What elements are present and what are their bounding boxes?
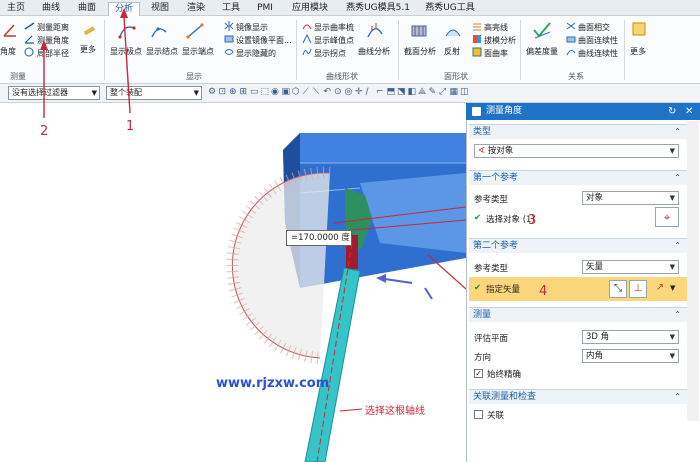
- protractor-arc: [231, 172, 331, 359]
- highlight-lines-icon[interactable]: [472, 21, 482, 31]
- section-type[interactable]: 类型 ⌃: [469, 124, 687, 139]
- section-measurement-label: 测量: [473, 310, 492, 320]
- highlight-lines-button[interactable]: 高亮线: [484, 22, 508, 33]
- section-associative-label: 关联测量和检查: [473, 392, 537, 402]
- eval-plane-value: 3D 角: [586, 332, 610, 342]
- by-object-icon: ∢: [478, 146, 488, 156]
- direction-value: 内角: [586, 351, 604, 361]
- watermark-text: www.rjzxw.com: [216, 376, 330, 391]
- vector-arrow: [424, 287, 433, 300]
- reverse-direction-icon[interactable]: ⤡: [609, 280, 627, 298]
- group-separator: [520, 20, 521, 80]
- annotation-arrow-1: [123, 16, 131, 114]
- ref2-type-value: 矢量: [586, 262, 604, 272]
- chevron-down-icon: ▼: [669, 194, 675, 202]
- vector-dialog-icon[interactable]: ⊥: [629, 280, 647, 298]
- more-icon[interactable]: [632, 22, 646, 36]
- chevron-up-icon: ⌃: [674, 241, 681, 250]
- group-label-relation: 关系: [568, 72, 584, 81]
- type-dropdown[interactable]: ∢ 按对象 ▼: [474, 144, 679, 158]
- dialog-scrollbar[interactable]: [687, 121, 699, 421]
- curve-continuity-button[interactable]: 曲线连续性: [578, 48, 618, 59]
- face-curvature-button[interactable]: 面曲率: [484, 48, 508, 59]
- more-button[interactable]: 更多: [630, 46, 646, 57]
- section-second-reference-label: 第二个参考: [473, 241, 519, 251]
- check-icon: ✔: [474, 283, 482, 293]
- group-separator: [624, 20, 625, 80]
- vector-arrowhead: [376, 274, 386, 283]
- annotation-select-axis: 选择这根轴线: [365, 406, 425, 417]
- type-value: 按对象: [487, 146, 514, 156]
- chevron-down-icon: ▼: [669, 147, 675, 155]
- face-intersect-button[interactable]: 曲面相交: [578, 22, 610, 33]
- section-first-reference-label: 第一个参考: [473, 173, 519, 183]
- associative-checkbox[interactable]: [474, 410, 483, 419]
- measure-readout: =170.0000 度: [286, 230, 352, 246]
- draft-analysis-icon[interactable]: [472, 34, 482, 44]
- section-associative[interactable]: 关联测量和检查 ⌃: [469, 389, 687, 404]
- chevron-up-icon: ⌃: [674, 310, 681, 319]
- dialog-title: 测量角度: [486, 106, 523, 116]
- check-icon: ✔: [474, 213, 482, 223]
- chevron-up-icon: ⌃: [674, 173, 681, 182]
- associative-label: 关联: [487, 411, 505, 421]
- section-first-reference[interactable]: 第一个参考 ⌃: [469, 170, 687, 185]
- annotation-arrowhead-2: [40, 40, 48, 50]
- marker-4: 4: [539, 284, 548, 299]
- face-continuity-icon[interactable]: [566, 34, 576, 44]
- face-continuity-button[interactable]: 曲面连续性: [578, 35, 618, 46]
- curve-continuity-icon[interactable]: [566, 47, 576, 57]
- chevron-up-icon: ⌃: [674, 127, 681, 136]
- vector-inferred-icon[interactable]: ↗: [651, 280, 669, 298]
- graphics-viewport[interactable]: =170.0000 度 www.rjzxw.com 选择这根轴线: [0, 103, 466, 462]
- close-icon[interactable]: ✕: [685, 103, 693, 120]
- reset-icon[interactable]: ↻: [668, 103, 676, 120]
- chevron-down-icon: ▼: [669, 352, 675, 360]
- chevron-down-icon: ▼: [669, 263, 675, 271]
- chevron-up-icon: ⌃: [674, 392, 681, 401]
- crosshair-icon[interactable]: ⌖: [655, 207, 679, 227]
- specify-vector-label[interactable]: 指定矢量: [486, 283, 520, 295]
- section-second-reference[interactable]: 第二个参考 ⌃: [469, 238, 687, 253]
- section-type-label: 类型: [473, 127, 492, 137]
- draft-analysis-button[interactable]: 拔模分析: [484, 35, 516, 46]
- dialog-titlebar: 测量角度 ↻ ✕: [466, 103, 700, 120]
- deviation-gauge-button[interactable]: 偏差度量: [526, 46, 558, 57]
- section-measurement[interactable]: 测量 ⌃: [469, 307, 687, 322]
- ref2-type-label: 参考类型: [474, 264, 509, 274]
- annotation-arrows: [40, 8, 131, 118]
- always-precise-checkbox[interactable]: ✓: [474, 369, 483, 378]
- deviation-gauge-icon[interactable]: [532, 20, 552, 40]
- annotation-arrowhead-1: [120, 8, 128, 18]
- dialog-app-icon: [472, 107, 481, 116]
- chevron-down-icon[interactable]: ▼: [670, 284, 675, 292]
- face-intersect-icon[interactable]: [566, 21, 576, 31]
- always-precise-label: 始终精确: [487, 370, 522, 380]
- ref1-type-dropdown[interactable]: 对象 ▼: [582, 191, 679, 205]
- face-curvature-icon[interactable]: [472, 47, 482, 57]
- eval-plane-label: 评估平面: [474, 334, 509, 344]
- marker-1: 1: [126, 119, 135, 134]
- marker-2: 2: [40, 124, 49, 139]
- ref2-type-dropdown[interactable]: 矢量 ▼: [582, 260, 679, 274]
- marker-3: 3: [528, 213, 537, 228]
- direction-dropdown[interactable]: 内角 ▼: [582, 349, 679, 363]
- ref1-type-label: 参考类型: [474, 195, 509, 205]
- direction-label: 方向: [474, 353, 492, 363]
- ref1-type-value: 对象: [586, 193, 604, 203]
- eval-plane-dropdown[interactable]: 3D 角 ▼: [582, 330, 679, 344]
- chevron-down-icon: ▼: [669, 333, 675, 341]
